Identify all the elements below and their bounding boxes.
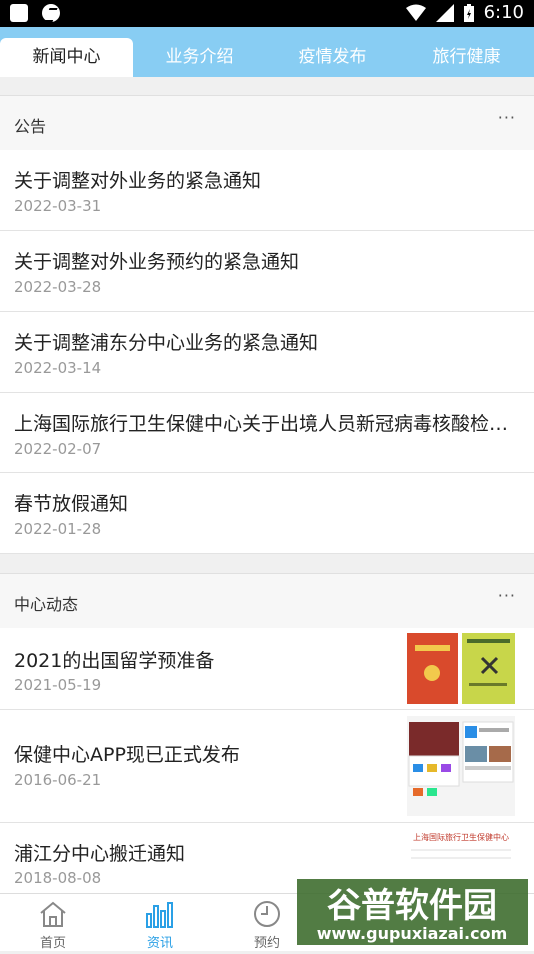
bar-chart-icon (146, 902, 173, 928)
home-icon (40, 901, 66, 927)
tab-news-center[interactable]: 新闻中心 (0, 38, 133, 77)
more-button[interactable]: ··· (498, 108, 516, 127)
item-title: 关于调整浦东分中心业务的紧急通知 (14, 332, 319, 354)
list-item[interactable]: 关于调整对外业务的紧急通知 2022-03-31 (0, 150, 534, 231)
item-date: 2022-03-31 (14, 197, 102, 215)
watermark-title: 谷普软件园 (327, 886, 497, 926)
nav-label: 首页 (39, 936, 66, 951)
list-item[interactable]: 关于调整对外业务预约的紧急通知 2022-03-28 (0, 231, 534, 312)
item-title: 春节放假通知 (14, 493, 129, 515)
status-bar: 6:10 (0, 0, 534, 27)
item-title: 保健中心APP现已正式发布 (14, 744, 240, 766)
item-date: 2016-06-21 (14, 771, 102, 789)
tab-travel-health[interactable]: 旅行健康 (399, 38, 534, 77)
item-date: 2022-01-28 (14, 520, 102, 538)
nav-home[interactable]: 首页 (8, 894, 98, 951)
list-item[interactable]: 春节放假通知 2022-01-28 (0, 473, 534, 554)
nav-label: 资讯 (146, 936, 173, 951)
item-date: 2018-08-08 (14, 869, 102, 887)
item-date: 2021-05-19 (14, 676, 102, 694)
item-date: 2022-02-07 (14, 440, 102, 458)
clock-icon (254, 901, 280, 927)
watermark-url: www.gupuxiazai.com (317, 924, 508, 943)
section-title: 中心动态 (14, 595, 79, 614)
item-date: 2022-03-28 (14, 278, 102, 296)
item-title: 关于调整对外业务预约的紧急通知 (14, 251, 300, 273)
item-title: 浦江分中心搬迁通知 (14, 843, 186, 865)
notification-app-icon (10, 4, 28, 22)
list-item[interactable]: 上海国际旅行卫生保健中心关于出境人员新冠病毒核酸检测… 2022-02-07 (0, 393, 534, 473)
news-thumbnail (407, 633, 515, 704)
announcements-header: 公告 ··· (0, 95, 534, 151)
list-item[interactable]: 关于调整浦东分中心业务的紧急通知 2022-03-14 (0, 312, 534, 393)
item-title: 上海国际旅行卫生保健中心关于出境人员新冠病毒核酸检测… (14, 413, 509, 435)
top-tab-bar: 新闻中心 业务介绍 疫情发布 旅行健康 (0, 27, 534, 77)
nav-news[interactable]: 资讯 (115, 894, 205, 951)
tab-divider (0, 77, 534, 95)
tab-business-intro[interactable]: 业务介绍 (133, 38, 266, 77)
notification-sync-icon (42, 4, 60, 22)
list-item[interactable]: 2021的出国留学预准备 2021-05-19 (0, 628, 534, 710)
item-title: 2021的出国留学预准备 (14, 650, 215, 672)
signal-icon (435, 3, 454, 22)
news-header: 中心动态 ··· (0, 573, 534, 629)
section-title: 公告 (14, 117, 47, 136)
list-item[interactable]: 保健中心APP现已正式发布 2016-06-21 (0, 710, 534, 823)
status-time: 6:10 (483, 2, 524, 23)
news-thumbnail (407, 716, 515, 816)
thumbnail-heading: 上海国际旅行卫生保健中心 (413, 833, 509, 842)
battery-charging-icon (463, 3, 474, 22)
tab-epidemic-release[interactable]: 疫情发布 (266, 38, 399, 77)
item-date: 2022-03-14 (14, 359, 102, 377)
item-title: 关于调整对外业务的紧急通知 (14, 170, 262, 192)
watermark-logo: 谷普软件园 www.gupuxiazai.com (291, 865, 534, 950)
wifi-icon (405, 4, 426, 21)
more-button[interactable]: ··· (498, 586, 516, 605)
